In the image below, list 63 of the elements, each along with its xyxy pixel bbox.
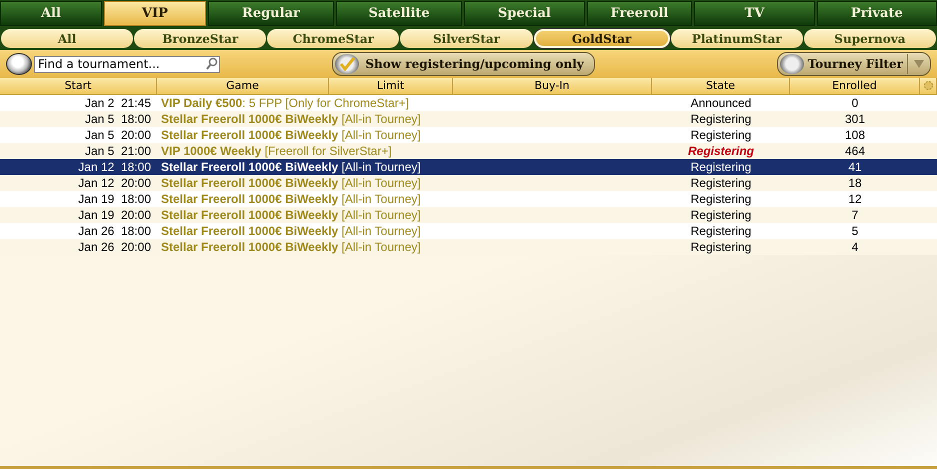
game-cell-text: VIP 1000€ Weekly [Freeroll for SilverStar+] — [160, 143, 393, 159]
state-cell-text: Registering — [690, 207, 752, 223]
enrolled-cell-text: 4 — [850, 239, 860, 255]
state-cell-text: Registering — [690, 191, 752, 207]
enrolled-cell-text: 108 — [844, 127, 866, 143]
level-tab[interactable]: BronzeStar — [134, 29, 266, 48]
level-tab[interactable]: ChromeStar — [267, 29, 400, 48]
tournament-row[interactable]: Jan 5 20:00 Stellar Freeroll 1000€ BiWeekly [All-in Tourney] Registering 108 — [0, 127, 937, 143]
state-cell-text: Registering — [690, 239, 752, 255]
tourney-filter-button[interactable]: Tourney Filter — [776, 52, 931, 76]
category-tab[interactable]: Satellite — [336, 1, 462, 26]
enrolled-cell-text: 5 — [850, 223, 860, 239]
checkmark-icon — [339, 57, 356, 71]
level-tab[interactable]: Supernova — [804, 29, 936, 48]
level-tab[interactable]: PlatinumStar — [670, 29, 803, 48]
search-field[interactable]: Find a tournament... — [34, 56, 220, 72]
start-cell-text: Jan 26 20:00 — [77, 239, 152, 255]
start-cell-text: Jan 5 21:00 — [84, 143, 152, 159]
state-cell-text: Registering — [690, 223, 752, 239]
show-registering-toggle[interactable]: Show registering/upcoming only — [332, 52, 595, 76]
enrolled-cell-text: 0 — [850, 95, 860, 111]
state-cell-text: Registering — [686, 143, 755, 159]
enrolled-cell-text: 12 — [847, 191, 863, 207]
state-cell-text: Registering — [690, 111, 752, 127]
game-cell-text: Stellar Freeroll 1000€ BiWeekly [All-in Tourney] — [160, 207, 422, 223]
state-cell-text: Announced — [690, 95, 752, 111]
level-tab[interactable]: SilverStar — [400, 29, 533, 48]
level-tab[interactable]: All — [1, 29, 134, 48]
start-cell-text: Jan 26 18:00 — [77, 223, 152, 239]
category-tab[interactable]: All — [0, 1, 102, 26]
category-tab[interactable]: Freeroll — [586, 1, 692, 26]
start-cell-text: Jan 19 20:00 — [77, 207, 152, 223]
tournament-row[interactable]: Jan 26 18:00 Stellar Freeroll 1000€ BiWeekly [All-in Tourney] Registering 5 — [0, 223, 937, 239]
game-cell-text: Stellar Freeroll 1000€ BiWeekly [All-in Tourney] — [160, 223, 422, 239]
start-cell-text: Jan 2 21:45 — [84, 95, 152, 111]
state-cell-text: Registering — [690, 127, 752, 143]
category-tab[interactable]: VIP — [104, 1, 206, 26]
enrolled-cell-text: 301 — [844, 111, 866, 127]
state-cell-text: Registering — [690, 175, 752, 191]
knob-icon — [6, 53, 32, 75]
game-cell-text: Stellar Freeroll 1000€ BiWeekly [All-in Tourney] — [160, 127, 422, 143]
enrolled-cell-text: 18 — [847, 175, 863, 191]
enrolled-cell-text: 7 — [850, 207, 860, 223]
start-cell-text: Jan 12 20:00 — [77, 175, 152, 191]
category-tab[interactable]: Special — [464, 1, 585, 26]
game-cell-text: Stellar Freeroll 1000€ BiWeekly [All-in Tourney] — [160, 175, 422, 191]
tournament-row[interactable]: Jan 19 18:00 Stellar Freeroll 1000€ BiWeekly [All-in Tourney] Registering 12 — [0, 191, 937, 207]
settings-icon[interactable] — [922, 80, 934, 91]
category-tab[interactable]: Regular — [208, 1, 334, 26]
dropdown-caret-icon[interactable] — [914, 60, 924, 68]
start-cell-text: Jan 19 18:00 — [77, 191, 152, 207]
category-tab[interactable]: Private — [816, 1, 937, 26]
game-cell-text: Stellar Freeroll 1000€ BiWeekly [All-in Tourney] — [160, 111, 422, 127]
level-tab[interactable]: GoldStar — [534, 29, 670, 48]
enrolled-cell-text: 464 — [844, 143, 866, 159]
game-cell-text: VIP Daily €500: 5 FPP [Only for ChromeStar+] — [160, 95, 410, 111]
game-cell-text: Stellar Freeroll 1000€ BiWeekly [All-in Tourney] — [160, 239, 422, 255]
search-icon — [205, 57, 219, 71]
game-cell-text: Stellar Freeroll 1000€ BiWeekly [All-in Tourney] — [160, 191, 422, 207]
category-tab[interactable]: TV — [694, 1, 815, 26]
tournament-row[interactable]: Jan 2 21:45 VIP Daily €500: 5 FPP [Only for ChromeStar+] Announced 0 — [0, 95, 937, 111]
start-cell-text: Jan 5 18:00 — [84, 111, 152, 127]
start-cell-text: Jan 5 20:00 — [84, 127, 152, 143]
